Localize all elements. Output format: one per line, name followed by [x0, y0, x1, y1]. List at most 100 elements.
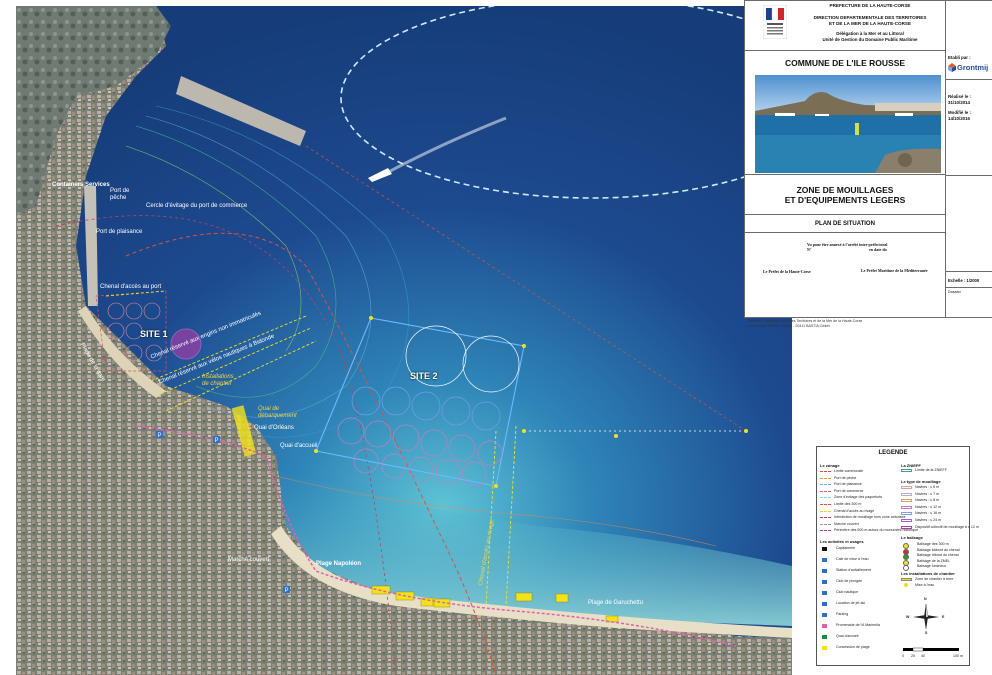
- scale-40: 40: [921, 654, 925, 658]
- label-site-1: SITE 1: [140, 329, 168, 339]
- legend-mouillage-3-swatch: [901, 505, 912, 509]
- legend-zonage-2-label: Port de plaisance: [834, 482, 862, 487]
- legend-zonage-5-label: Limite des 300 m: [834, 502, 862, 506]
- modifie-label: Modifié le :: [948, 110, 971, 115]
- walk-icon: [822, 624, 827, 628]
- commune-title: COMMUNE DE L'ILE ROUSSE: [784, 58, 906, 68]
- legend-activites-8-label: Quai d'accueil: [836, 634, 859, 638]
- map-legend: LEGENDE Le zonage Les activités et usage…: [816, 446, 979, 666]
- compass-e: E: [942, 615, 945, 619]
- legend-zonage-3-label: Port de commerce: [834, 488, 864, 493]
- legend-activites-9-label: Concession de plage: [836, 645, 870, 649]
- legend-mouillage-1-swatch: [901, 492, 912, 496]
- legend-zonage-heading: Le zonage: [820, 463, 840, 468]
- launch-icon: [904, 583, 908, 587]
- compass-s: S: [925, 631, 928, 635]
- parking-icon: [822, 613, 827, 617]
- info-panel: Etabli par : Grontmij Réalisé le : 31/10…: [946, 0, 992, 318]
- legend-mouillage-6-label: Dispositif collectif de mouillage à ≤ 12…: [915, 524, 979, 529]
- dossier-text: Dossier: [948, 290, 961, 294]
- prefecture-text: PREFECTURE DE LA HAUTE-CORSE: [829, 3, 911, 8]
- jetski-icon: [822, 602, 827, 606]
- legend-zonage-8-swatch: [820, 523, 831, 525]
- direction-text-2: ET DE LA MER DE LA HAUTE-CORSE: [828, 21, 912, 26]
- title-block: PREFECTURE DE LA HAUTE-CORSE DIRECTION D…: [744, 0, 946, 318]
- modifie-date: 14/10/2016: [948, 116, 970, 121]
- znieff-label: Limite de la ZNIEFF: [915, 468, 947, 472]
- legend-zonage-7-swatch: [820, 517, 831, 519]
- legend-zonage-3-swatch: [820, 490, 831, 492]
- legend-activites-5-label: Location de jet-ski: [836, 601, 865, 605]
- zone-title-line-2: ET D'EQUIPEMENTS LEGERS: [784, 195, 906, 205]
- label-quai-debarquement: Quai de débarquement: [258, 406, 297, 419]
- chantier-label-1: Mise à l'eau: [915, 583, 935, 587]
- label-cercle-evitage: Cercle d'évitage du port de commerce: [146, 203, 248, 209]
- legend-mouillage-4-label: Navires : ≤ 16 m: [915, 511, 942, 516]
- dive-icon: [822, 580, 827, 584]
- legend-activites-3-label: Club de plongée: [836, 579, 863, 583]
- unite-text: Unité de Gestion du Domaine Public Marit…: [822, 37, 918, 42]
- legend-mouillage-6-swatch: [901, 525, 912, 529]
- znieff-swatch: [901, 469, 912, 472]
- boat-icon: [822, 591, 827, 595]
- scale-text: Echelle : 1/2000: [948, 278, 980, 283]
- legend-zonage-9-label: Périmètre des 500 m autour du monument h…: [834, 528, 919, 533]
- header-row: PREFECTURE DE LA HAUTE-CORSE DIRECTION D…: [745, 1, 945, 51]
- legend-zonage-6-label: Chenal d'accès au rivage: [834, 508, 875, 513]
- zone-title-row: ZONE DE MOUILLAGES ET D'EQUIPEMENTS LEGE…: [745, 175, 945, 215]
- label-quai-orleans: Quai d'Orléans: [254, 425, 294, 431]
- quay-icon: [822, 635, 827, 639]
- scale-0: 0: [902, 654, 904, 658]
- legend-zonage-6-swatch: [820, 510, 831, 512]
- legend-activites-1-label: Cale de mise à l'eau: [836, 557, 869, 561]
- legend-chantier-heading: Les installations de chantier: [901, 571, 955, 576]
- label-port-peche: Port de pêche: [110, 188, 130, 201]
- legend-balisage-1-label: Balisage bâbord du chenal: [917, 547, 960, 552]
- grontmij-logo-icon: [948, 63, 956, 72]
- footer-address-1: Direction Départementale des Territoires…: [748, 319, 863, 323]
- label-quai-accueil: Quai d'accueil: [280, 443, 318, 449]
- legend-zonage-2-swatch: [820, 484, 831, 486]
- svg-text:P: P: [215, 438, 219, 444]
- approval-row: Vu pour être annexé à l'arrêté inter-pré…: [745, 233, 945, 319]
- legend-zonage-4-swatch: [820, 497, 831, 499]
- legend-mouillage-0-label: Navires : ≤ 6 m: [915, 485, 940, 489]
- label-plage-napoleon: Plage Napoléon: [316, 561, 362, 567]
- label-site-2: SITE 2: [410, 371, 438, 381]
- legend-activites-4-label: Club nautique: [836, 590, 859, 594]
- legend-balisage-3-label: Balisage de la ZMEL: [917, 558, 951, 563]
- legend-mouillage-heading: Le type de mouillage: [901, 479, 941, 484]
- building-icon: [822, 547, 827, 551]
- footer-address-2: 8 boulevard Benoite Danesi - 20411 BASTI…: [748, 324, 831, 328]
- vu-text-3: en date du: [869, 247, 887, 252]
- legend-zonage-7-label: Interdiction de mouillage hors zone auto…: [834, 515, 906, 520]
- legend-mouillage-5-swatch: [901, 519, 912, 522]
- legend-activites-0-label: Capitainerie: [836, 546, 856, 550]
- compass-w: W: [906, 615, 910, 619]
- legend-zonage-5-swatch: [820, 504, 831, 505]
- etabli-par-label: Etabli par :: [948, 55, 971, 60]
- plan-row: PLAN DE SITUATION: [745, 215, 945, 233]
- vu-text-2: N°: [807, 247, 812, 252]
- legend-mouillage-3-label: Navires : ≤ 12 m: [915, 504, 942, 509]
- compass-rose-icon: [913, 603, 939, 630]
- label-containers-services: Containers Services: [52, 182, 110, 188]
- legend-zonage-0-label: Limite communale: [834, 469, 864, 473]
- svg-text:P: P: [158, 433, 162, 439]
- marianne-logo: [763, 5, 787, 39]
- realise-date: 31/10/2014: [948, 100, 970, 105]
- legend-mouillage-2-label: Navires : ≤ 8 m: [915, 498, 940, 503]
- legend-activites-7-label: Promenade de l'A Marinella: [836, 623, 880, 627]
- signature-prefet: Le Préfet de la Haute-Corse: [763, 269, 811, 274]
- chantier-label-0: Zone de chantier à terre: [915, 577, 954, 581]
- legend-mouillage-4-swatch: [901, 512, 912, 516]
- commune-row: COMMUNE DE L'ILE ROUSSE: [745, 51, 945, 175]
- legend-zonage-9-swatch: [820, 530, 831, 532]
- legend-title: LEGENDE: [878, 450, 908, 456]
- aerial-map: P P P: [16, 6, 792, 675]
- legend-mouillage-2-swatch: [901, 499, 912, 503]
- beach-icon: [822, 646, 827, 650]
- legend-balisage-heading: Le balisage: [901, 535, 923, 540]
- label-installations-chantier: Installations de chantier: [202, 374, 234, 387]
- legend-activites-2-label: Station d'avitaillement: [836, 568, 871, 572]
